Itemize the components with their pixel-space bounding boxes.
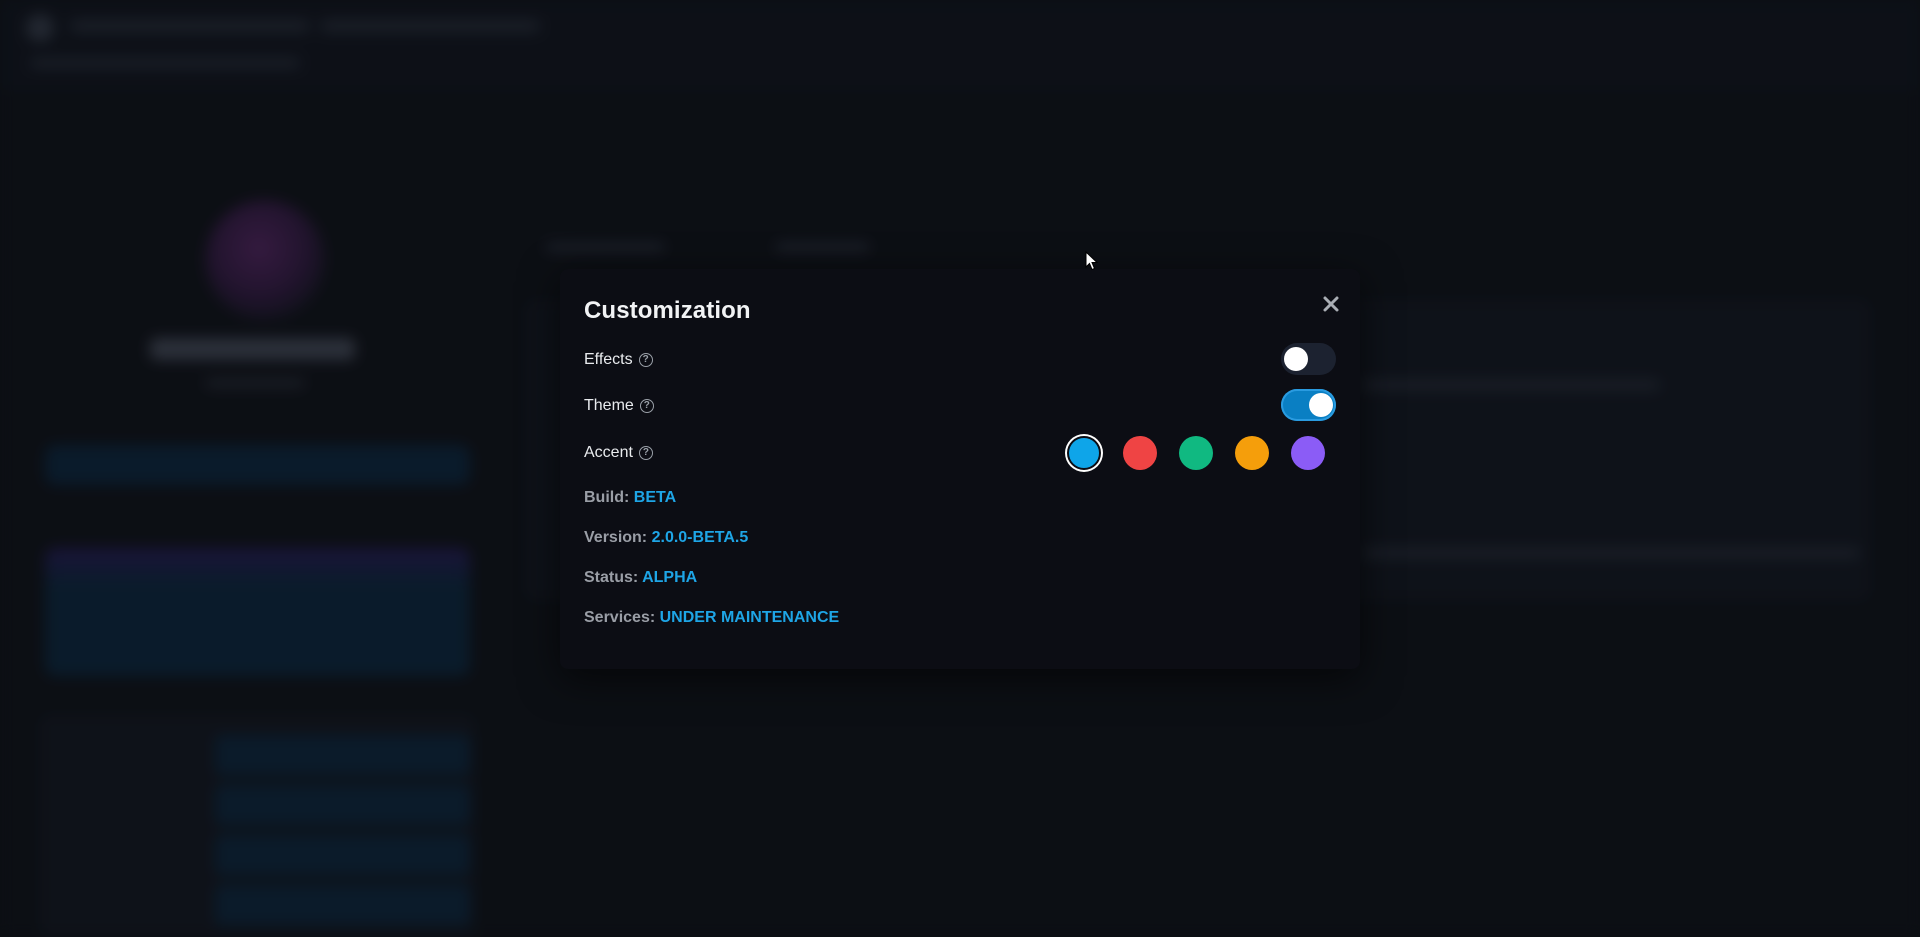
services-key: Services:: [584, 609, 656, 626]
close-icon: [1323, 296, 1339, 312]
help-icon[interactable]: ?: [638, 446, 653, 460]
modal-title: Customization: [584, 297, 751, 324]
effects-label: Effects: [584, 351, 633, 368]
build-key: Build:: [584, 489, 630, 506]
toggle-knob: [1284, 347, 1308, 371]
help-icon[interactable]: ?: [639, 399, 654, 413]
version-value: 2.0.0-BETA.5: [651, 529, 749, 546]
accent-swatches: [1067, 436, 1325, 470]
accent-swatch-green[interactable]: [1179, 436, 1213, 470]
customization-modal: Customization Effects ? Theme ? Accent ?…: [560, 269, 1360, 669]
toggle-knob: [1309, 393, 1333, 417]
effects-setting: Effects ?: [584, 351, 653, 369]
theme-setting: Theme ?: [584, 397, 654, 415]
accent-swatch-purple[interactable]: [1291, 436, 1325, 470]
version-info: Version: 2.0.0-BETA.5: [584, 529, 748, 547]
theme-toggle[interactable]: [1281, 389, 1336, 421]
version-key: Version:: [584, 529, 648, 546]
status-info: Status: ALPHA: [584, 569, 697, 587]
accent-swatch-red[interactable]: [1123, 436, 1157, 470]
build-info: Build: BETA: [584, 489, 676, 507]
theme-label: Theme: [584, 397, 634, 414]
services-info: Services: UNDER MAINTENANCE: [584, 609, 839, 627]
status-value: ALPHA: [642, 569, 698, 586]
close-button[interactable]: [1316, 289, 1346, 319]
build-value: BETA: [633, 489, 677, 506]
accent-label: Accent: [584, 444, 633, 461]
status-key: Status:: [584, 569, 639, 586]
accent-swatch-blue[interactable]: [1067, 436, 1101, 470]
services-value: UNDER MAINTENANCE: [659, 609, 840, 626]
help-icon[interactable]: ?: [638, 353, 653, 367]
effects-toggle[interactable]: [1281, 343, 1336, 375]
mouse-cursor-icon: [1085, 251, 1099, 271]
accent-setting: Accent ?: [584, 444, 653, 462]
accent-swatch-orange[interactable]: [1235, 436, 1269, 470]
